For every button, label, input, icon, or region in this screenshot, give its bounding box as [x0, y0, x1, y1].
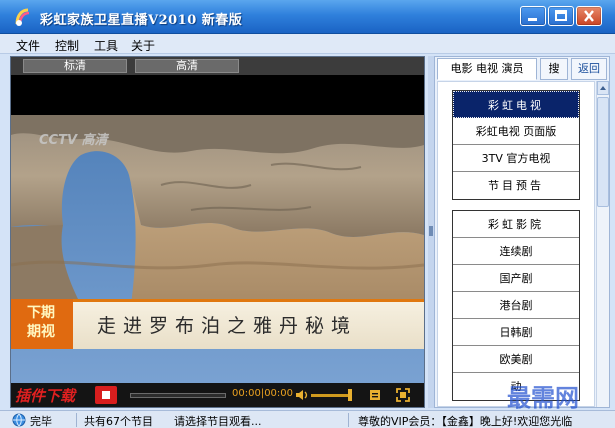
menu-tools[interactable]: 工具: [94, 37, 118, 54]
volume-icon[interactable]: [295, 388, 309, 405]
video-caption: 走进罗布泊之雅丹秘境: [97, 315, 358, 337]
quality-bar: 标清 高清: [11, 57, 424, 75]
channel-item-rainbow-tv[interactable]: 彩虹电视: [453, 91, 579, 118]
menu-file[interactable]: 文件: [16, 37, 40, 54]
status-hint: 请选择节目观看...: [174, 415, 262, 428]
quality-sd-button[interactable]: 标清: [23, 59, 127, 73]
video-panel: 标清 高清 CCTV 高清 下期 期视 走进罗布泊之雅丹秘境 插件下载 00:0…: [10, 56, 425, 408]
status-state: 完毕: [30, 415, 52, 428]
status-divider: [348, 413, 349, 427]
minimize-icon: [528, 18, 537, 21]
channel-list: 彩虹电视 彩虹电视 页面版 3TV 官方电视 节目预告 彩虹影院 连续剧 国产剧…: [437, 81, 595, 407]
channel-item-3tv[interactable]: 3TV 官方电视: [453, 145, 579, 172]
menu-about[interactable]: 关于: [131, 37, 155, 54]
menu-control[interactable]: 控制: [55, 37, 79, 54]
channel-item-hk-tw[interactable]: 港台剧: [453, 292, 579, 319]
minimize-button[interactable]: [520, 6, 546, 26]
seek-slider[interactable]: [130, 393, 226, 398]
plugin-download-link[interactable]: 插件下载: [15, 385, 75, 406]
title-bar: 彩虹家族卫星直播V2010 新春版: [0, 0, 615, 34]
rainbow-logo-icon: [14, 7, 32, 27]
close-icon: [584, 10, 594, 22]
channel-item-rainbow-tv-web[interactable]: 彩虹电视 页面版: [453, 118, 579, 145]
menu-bar: 文件 控制 工具 关于: [0, 34, 615, 54]
channel-sidebar: 电影 电视 演员 搜 返回 彩虹电视 彩虹电视 页面版 3TV 官方电视 节目预…: [434, 56, 610, 408]
caption-tag-text: 下期 期视: [27, 305, 55, 340]
tv-group: 彩虹电视 彩虹电视 页面版 3TV 官方电视 节目预告: [452, 90, 580, 200]
channel-item-jp-kr[interactable]: 日韩剧: [453, 319, 579, 346]
volume-slider[interactable]: [311, 394, 349, 397]
player-controls: 插件下载 00:00|00:00: [11, 383, 424, 407]
status-divider: [76, 413, 77, 427]
channel-logo: CCTV 高清: [39, 133, 108, 148]
site-watermark: 最需网: [507, 383, 579, 412]
maximize-icon: [555, 10, 567, 21]
cinema-group: 彩虹影院 连续剧 国产剧 港台剧 日韩剧 欧美剧 动: [452, 210, 580, 401]
status-vip-message: 尊敬的VIP会员：【金鑫】晚上好!欢迎您光临: [358, 415, 573, 428]
video-display[interactable]: CCTV 高清 下期 期视 走进罗布泊之雅丹秘境: [11, 115, 424, 385]
window-title: 彩虹家族卫星直播V2010 新春版: [40, 13, 243, 28]
close-button[interactable]: [576, 6, 602, 26]
globe-icon: [12, 413, 26, 428]
scroll-thumb[interactable]: [597, 97, 609, 207]
channel-item-schedule[interactable]: 节目预告: [453, 172, 579, 199]
sidebar-scrollbar[interactable]: [596, 81, 609, 407]
stop-button[interactable]: [95, 386, 117, 404]
tab-back[interactable]: 返回: [571, 58, 607, 80]
quality-hd-button[interactable]: 高清: [135, 59, 239, 73]
status-program-count: 共有67个节目: [84, 415, 153, 428]
maximize-button[interactable]: [548, 6, 574, 26]
playlist-icon[interactable]: [369, 388, 381, 405]
channel-item-rainbow-cinema[interactable]: 彩虹影院: [453, 211, 579, 238]
channel-item-western[interactable]: 欧美剧: [453, 346, 579, 373]
channel-item-series[interactable]: 连续剧: [453, 238, 579, 265]
fullscreen-icon[interactable]: [396, 388, 410, 405]
volume-knob[interactable]: [348, 389, 352, 401]
splitter-arrow-icon[interactable]: [429, 226, 433, 236]
scroll-up-icon[interactable]: [597, 81, 609, 95]
channel-item-domestic[interactable]: 国产剧: [453, 265, 579, 292]
tab-search[interactable]: 搜: [540, 58, 568, 80]
tab-movies-tv-actors[interactable]: 电影 电视 演员: [437, 58, 537, 80]
caption-tag: 下期 期视: [11, 299, 73, 349]
status-bar: 完毕 共有67个节目 请选择节目观看... 尊敬的VIP会员：【金鑫】晚上好!欢…: [0, 410, 615, 428]
time-display: 00:00|00:00: [232, 388, 294, 399]
